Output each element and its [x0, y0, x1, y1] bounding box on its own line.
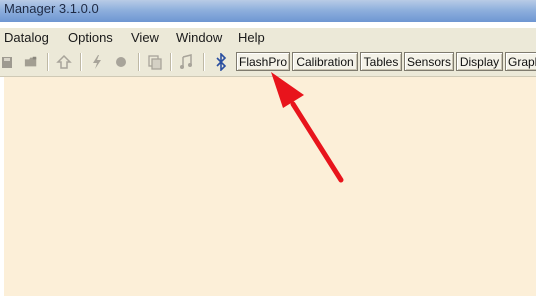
annotation-arrow — [271, 72, 344, 183]
arrow-icon — [271, 72, 344, 183]
